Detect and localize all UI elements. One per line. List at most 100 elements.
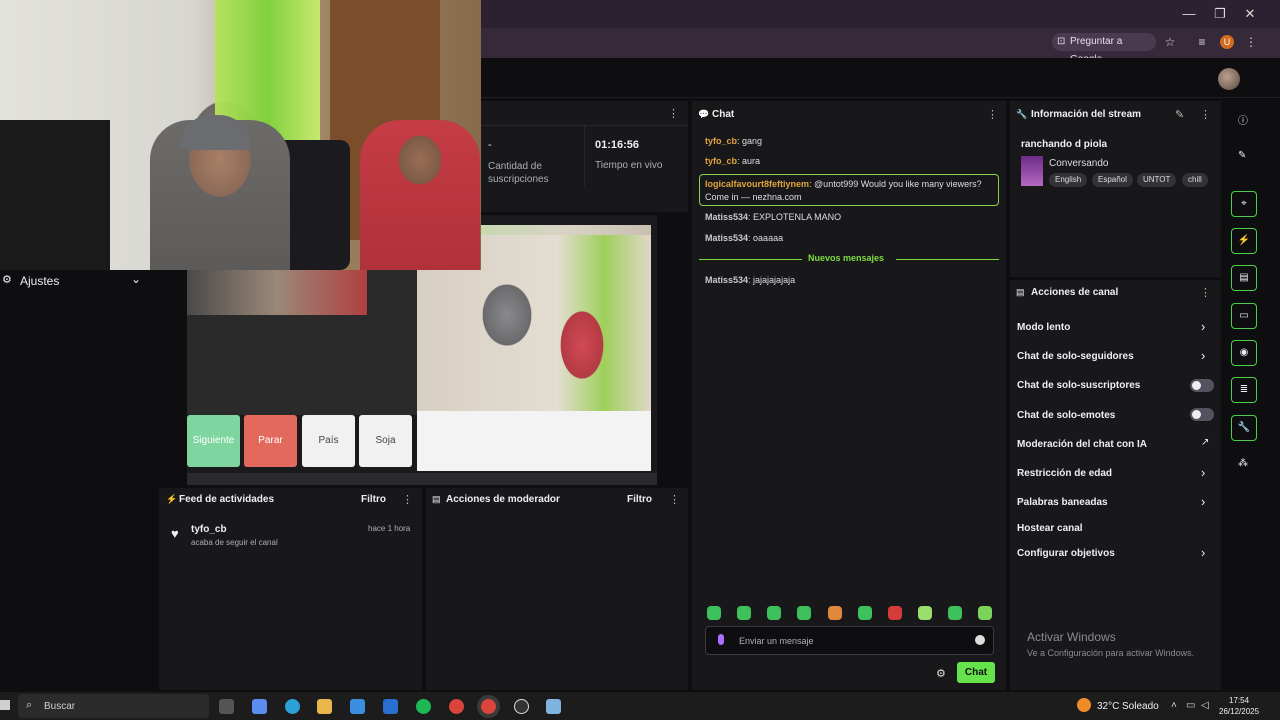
close-icon[interactable]: ✕ <box>1235 4 1265 24</box>
tag-chip[interactable]: Español <box>1092 173 1133 187</box>
banned-words-item[interactable]: Palabras baneadas <box>1017 497 1108 508</box>
next-button[interactable]: Siguiente <box>187 415 240 467</box>
bolt-icon[interactable]: ⚡ <box>1231 228 1257 254</box>
maximize-icon[interactable]: ❐ <box>1205 4 1235 24</box>
broadcast-icon[interactable]: ◉ <box>1231 340 1257 366</box>
bookmark-star-icon[interactable]: ☆ <box>1162 34 1178 50</box>
subscribers-only-toggle[interactable] <box>1190 379 1214 392</box>
chrome-icon[interactable] <box>449 699 464 714</box>
channel-actions-panel: ▤ Acciones de canal ⋮ Modo lento › Chat … <box>1010 280 1221 690</box>
taskbar-search[interactable]: ⌕ Buscar <box>18 694 209 718</box>
notepad-icon[interactable] <box>546 699 561 714</box>
windows-start-icon[interactable] <box>0 700 10 710</box>
wrench-icon[interactable]: 🔧 <box>1231 415 1257 441</box>
emote-icon[interactable] <box>918 606 932 620</box>
set-goals-item[interactable]: Configurar objetivos <box>1017 548 1115 559</box>
outlook-icon[interactable] <box>383 699 398 714</box>
emote-icon[interactable] <box>767 606 781 620</box>
stats-menu-icon[interactable]: ⋮ <box>668 107 679 120</box>
soja-button[interactable]: Soja <box>359 415 412 467</box>
chat-input[interactable]: Enviar un mensaje <box>705 626 994 655</box>
weather-sun-icon[interactable] <box>1077 698 1091 712</box>
feed-menu-icon[interactable]: ⋮ <box>402 493 413 506</box>
emote-icon[interactable] <box>978 606 992 620</box>
country-button[interactable]: País <box>302 415 355 467</box>
chat-send-button[interactable]: Chat <box>957 662 995 683</box>
chat-icon[interactable]: ▭ <box>1231 303 1257 329</box>
emote-icon[interactable] <box>888 606 902 620</box>
chevron-right-icon[interactable]: › <box>1201 319 1205 334</box>
emotes-only-item: Chat de solo-emotes <box>1017 410 1116 421</box>
emote-icon[interactable] <box>828 606 842 620</box>
file-explorer-icon[interactable] <box>317 699 332 714</box>
tag-chip[interactable]: UNTOT <box>1137 173 1177 187</box>
host-channel-item[interactable]: Hostear canal <box>1017 523 1083 534</box>
user-avatar[interactable] <box>1218 68 1240 90</box>
clock-time[interactable]: 17:54 <box>1229 696 1249 705</box>
media-queue-icon[interactable]: ≡ <box>1194 34 1210 50</box>
profile-avatar[interactable]: U <box>1220 35 1234 49</box>
mod-menu-icon[interactable]: ⋮ <box>669 493 680 506</box>
info-icon[interactable]: ⓘ <box>1238 112 1248 127</box>
clock-date[interactable]: 26/12/2025 <box>1219 707 1259 716</box>
chat-settings-gear-icon[interactable]: ⚙ <box>936 667 946 680</box>
weather-temperature[interactable]: 32°C <box>1097 701 1119 712</box>
minimize-icon[interactable]: — <box>1174 4 1204 24</box>
feed-filter-button[interactable]: Filtro <box>361 494 386 505</box>
chat-message: Matiss534: oaaaaa <box>705 233 784 243</box>
emote-icon[interactable] <box>737 606 751 620</box>
microphone-icon[interactable] <box>718 634 724 645</box>
chevron-right-icon[interactable]: › <box>1201 348 1205 363</box>
network-icon[interactable]: ▭ <box>1186 700 1195 711</box>
chat-panel: 💬 Chat ⋮ tyfo_cb: gang tyfo_cb: aura log… <box>692 101 1006 690</box>
tag-chip[interactable]: chill <box>1182 173 1208 187</box>
emotes-only-toggle[interactable] <box>1190 408 1214 421</box>
new-messages-divider: Nuevos mensajes <box>699 253 999 265</box>
age-restriction-item[interactable]: Restricción de edad <box>1017 468 1112 479</box>
store-icon[interactable] <box>350 699 365 714</box>
browser-menu-icon[interactable]: ⋮ <box>1243 34 1259 50</box>
channel-actions-menu-icon[interactable]: ⋮ <box>1200 286 1211 299</box>
heart-icon: ♥ <box>171 526 179 541</box>
chevron-right-icon[interactable]: › <box>1201 494 1205 509</box>
stream-info-menu-icon[interactable]: ⋮ <box>1200 108 1211 121</box>
chrome-active-icon[interactable] <box>481 699 496 714</box>
stop-button[interactable]: Parar <box>244 415 297 467</box>
emote-icon[interactable] <box>707 606 721 620</box>
spotify-icon[interactable] <box>416 699 431 714</box>
focus-icon[interactable]: ⌖ <box>1231 191 1257 217</box>
ask-google-button[interactable]: ⊡ Preguntar a Google <box>1052 33 1156 65</box>
emoji-picker-icon[interactable] <box>975 635 985 645</box>
chevron-up-icon[interactable]: ˄ <box>1171 700 1177 711</box>
copilot-icon[interactable] <box>252 699 267 714</box>
chevron-right-icon[interactable]: › <box>1201 465 1205 480</box>
volume-icon[interactable]: ◁ <box>1201 700 1209 711</box>
emote-icon[interactable] <box>858 606 872 620</box>
ai-moderation-item[interactable]: Moderación del chat con IA <box>1017 439 1147 450</box>
share-nodes-icon[interactable]: ⁂ <box>1238 458 1248 469</box>
emote-icon[interactable] <box>797 606 811 620</box>
pencil-icon[interactable]: ✎ <box>1238 150 1246 161</box>
weather-condition[interactable]: Soleado <box>1122 701 1159 712</box>
chat-title: Chat <box>712 109 735 120</box>
tag-chip[interactable]: English <box>1049 173 1088 187</box>
edge-icon[interactable] <box>285 699 300 714</box>
mod-filter-button[interactable]: Filtro <box>627 494 652 505</box>
emote-icon[interactable] <box>948 606 962 620</box>
edit-pencil-icon[interactable]: ✎ <box>1175 108 1184 121</box>
followers-only-item[interactable]: Chat de solo-seguidores <box>1017 351 1134 362</box>
feed-user[interactable]: tyfo_cb <box>191 524 227 535</box>
chat-menu-icon[interactable]: ⋮ <box>987 108 998 121</box>
bolt-icon: ⚡ <box>166 494 178 504</box>
webcam-overlay <box>0 0 481 270</box>
layers-icon[interactable]: ≣ <box>1231 377 1257 403</box>
slow-mode-item[interactable]: Modo lento <box>1017 322 1070 333</box>
task-view-icon[interactable] <box>219 699 234 714</box>
stream-category[interactable]: Conversando <box>1049 158 1108 169</box>
external-link-icon[interactable]: ↗ <box>1201 437 1209 448</box>
app-icon[interactable] <box>514 699 529 714</box>
chevron-right-icon[interactable]: › <box>1201 545 1205 560</box>
chevron-down-icon[interactable]: ⌄ <box>131 272 141 286</box>
document-icon[interactable]: ▤ <box>1231 265 1257 291</box>
category-thumbnail <box>1021 156 1043 186</box>
